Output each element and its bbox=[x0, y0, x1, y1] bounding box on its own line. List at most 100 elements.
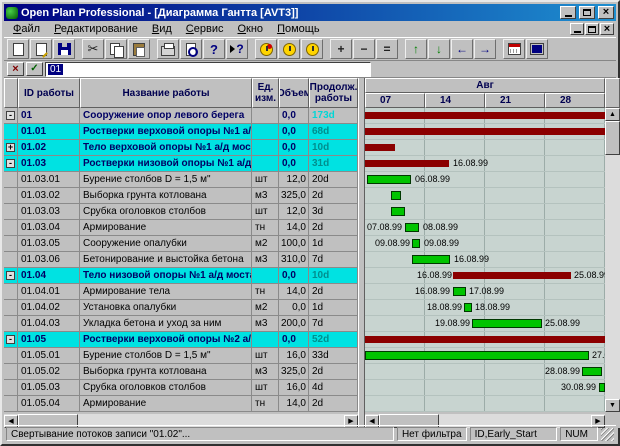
gantt-row[interactable]: 27.08.99 bbox=[365, 348, 605, 364]
row-duration[interactable]: 2d bbox=[309, 188, 358, 203]
task-bar[interactable] bbox=[391, 191, 401, 200]
table-row[interactable]: 01.03.01Бурение столбов D = 1,5 м"шт12,0… bbox=[4, 172, 358, 188]
close-button[interactable]: × bbox=[598, 6, 614, 19]
row-volume[interactable]: 14,0 bbox=[279, 396, 309, 411]
table-row[interactable]: 01.05.03Срубка оголовков столбовшт16,04d bbox=[4, 380, 358, 396]
menu-help[interactable]: Помощь bbox=[270, 22, 327, 36]
resource-analysis-button[interactable] bbox=[278, 39, 300, 59]
row-id[interactable]: 01.03.03 bbox=[18, 204, 80, 219]
row-unit[interactable] bbox=[252, 108, 279, 123]
gantt-row[interactable]: 16.08.99 bbox=[365, 252, 605, 268]
print-button[interactable] bbox=[157, 39, 179, 59]
outline-level-button[interactable]: = bbox=[376, 39, 398, 59]
row-duration[interactable]: 31d bbox=[309, 156, 358, 171]
row-duration[interactable]: 68d bbox=[309, 124, 358, 139]
row-unit[interactable]: тн bbox=[252, 284, 279, 299]
row-duration[interactable]: 3d bbox=[309, 204, 358, 219]
row-id[interactable]: 01.05.01 bbox=[18, 348, 80, 363]
gantt-row[interactable]: 18.08.9918.08.99 bbox=[365, 300, 605, 316]
menu-window[interactable]: Окно bbox=[230, 22, 270, 36]
task-bar[interactable] bbox=[391, 207, 405, 216]
task-bar[interactable] bbox=[405, 223, 419, 232]
row-name[interactable]: Бетонирование и выстойка бетона bbox=[80, 252, 252, 267]
row-duration[interactable]: 1d bbox=[309, 300, 358, 315]
cut-button[interactable]: ✂ bbox=[82, 39, 104, 59]
row-id[interactable]: 01.01 bbox=[18, 124, 80, 139]
row-duration[interactable]: 2d bbox=[309, 284, 358, 299]
collapse-button[interactable]: - bbox=[6, 111, 15, 120]
table-row[interactable]: +01.02Тело верховой опоры №1 а/д моста0,… bbox=[4, 140, 358, 156]
scroll-up-button[interactable]: ▲ bbox=[605, 108, 620, 121]
row-id[interactable]: 01 bbox=[18, 108, 80, 123]
task-bar[interactable] bbox=[472, 319, 542, 328]
summary-bar[interactable] bbox=[365, 128, 605, 135]
row-volume[interactable]: 16,0 bbox=[279, 348, 309, 363]
gantt-row[interactable] bbox=[365, 188, 605, 204]
row-id[interactable]: 01.05.04 bbox=[18, 396, 80, 411]
resize-grip[interactable] bbox=[601, 428, 614, 441]
gantt-row[interactable]: 07.08.9908.08.99 bbox=[365, 220, 605, 236]
table-row[interactable]: 01.05.02Выборка грунта котлованам3325,02… bbox=[4, 364, 358, 380]
outdent-button[interactable]: ← bbox=[451, 39, 473, 59]
task-bar[interactable] bbox=[367, 175, 411, 184]
menu-edit[interactable]: Редактирование bbox=[47, 22, 145, 36]
row-duration[interactable]: 1d bbox=[309, 236, 358, 251]
gantt-row[interactable]: 16.08.9925.08.99 bbox=[365, 268, 605, 284]
task-bar[interactable] bbox=[453, 287, 466, 296]
row-duration[interactable]: 10d bbox=[309, 140, 358, 155]
row-unit[interactable]: тн bbox=[252, 220, 279, 235]
row-name[interactable]: Армирование тела bbox=[80, 284, 252, 299]
row-duration[interactable]: 7d bbox=[309, 316, 358, 331]
summary-bar[interactable] bbox=[453, 272, 571, 279]
gantt-row[interactable]: 09.08.9909.08.99 bbox=[365, 236, 605, 252]
row-name[interactable]: Укладка бетона и уход за ним bbox=[80, 316, 252, 331]
gantt-row[interactable]: 16.08.99 bbox=[365, 156, 605, 172]
row-id[interactable]: 01.03.06 bbox=[18, 252, 80, 267]
row-name[interactable]: Ростверки верховой опоры №2 а/д bbox=[80, 332, 252, 347]
row-id[interactable]: 01.04.02 bbox=[18, 300, 80, 315]
gantt-row[interactable] bbox=[365, 332, 605, 348]
row-duration[interactable]: 173d bbox=[309, 108, 358, 123]
table-row[interactable]: 01.01Ростверки верховой опоры №1 а/д0,06… bbox=[4, 124, 358, 140]
row-unit[interactable]: шт bbox=[252, 204, 279, 219]
accept-edit-button[interactable]: ✓ bbox=[26, 62, 43, 76]
vertical-scrollbar[interactable]: ▲ ▼ bbox=[605, 108, 620, 412]
menu-tools[interactable]: Сервис bbox=[179, 22, 231, 36]
row-unit[interactable] bbox=[252, 332, 279, 347]
row-id[interactable]: 01.04.03 bbox=[18, 316, 80, 331]
gantt-row[interactable] bbox=[365, 140, 605, 156]
row-name[interactable]: Бурение столбов D = 1,5 м" bbox=[80, 172, 252, 187]
move-up-button[interactable]: ↑ bbox=[405, 39, 427, 59]
gantt-row[interactable] bbox=[365, 124, 605, 140]
row-id[interactable]: 01.02 bbox=[18, 140, 80, 155]
row-unit[interactable] bbox=[252, 268, 279, 283]
row-duration[interactable]: 2d bbox=[309, 220, 358, 235]
save-button[interactable] bbox=[53, 39, 75, 59]
task-bar[interactable] bbox=[412, 255, 450, 264]
row-unit[interactable]: шт bbox=[252, 348, 279, 363]
header-volume[interactable]: Объем bbox=[279, 78, 309, 108]
row-volume[interactable]: 310,0 bbox=[279, 252, 309, 267]
calendar-button[interactable] bbox=[503, 39, 525, 59]
row-id[interactable]: 01.05 bbox=[18, 332, 80, 347]
row-name[interactable]: Ростверки низовой опоры №1 а/д м bbox=[80, 156, 252, 171]
gantt-row[interactable]: 30.08.99 bbox=[365, 380, 605, 396]
header-duration[interactable]: Продолж. работы bbox=[309, 78, 358, 108]
table-row[interactable]: 01.04.01Армирование телатн14,02d bbox=[4, 284, 358, 300]
row-id[interactable]: 01.03.04 bbox=[18, 220, 80, 235]
row-duration[interactable]: 10d bbox=[309, 268, 358, 283]
row-name[interactable]: Сооружение опалубки bbox=[80, 236, 252, 251]
row-volume[interactable]: 0,0 bbox=[279, 332, 309, 347]
task-bar[interactable] bbox=[464, 303, 472, 312]
row-duration[interactable]: 33d bbox=[309, 348, 358, 363]
table-row[interactable]: -01Сооружение опор левого берега0,0173d bbox=[4, 108, 358, 124]
row-unit[interactable]: тн bbox=[252, 396, 279, 411]
row-id[interactable]: 01.03.01 bbox=[18, 172, 80, 187]
vertical-scroll-thumb[interactable] bbox=[605, 121, 620, 155]
row-duration[interactable]: 2d bbox=[309, 396, 358, 411]
header-name[interactable]: Название работы bbox=[80, 78, 252, 108]
collapse-button[interactable]: - bbox=[6, 335, 15, 344]
open-document-button[interactable] bbox=[30, 39, 52, 59]
row-id[interactable]: 01.05.02 bbox=[18, 364, 80, 379]
scroll-down-button[interactable]: ▼ bbox=[605, 399, 620, 412]
